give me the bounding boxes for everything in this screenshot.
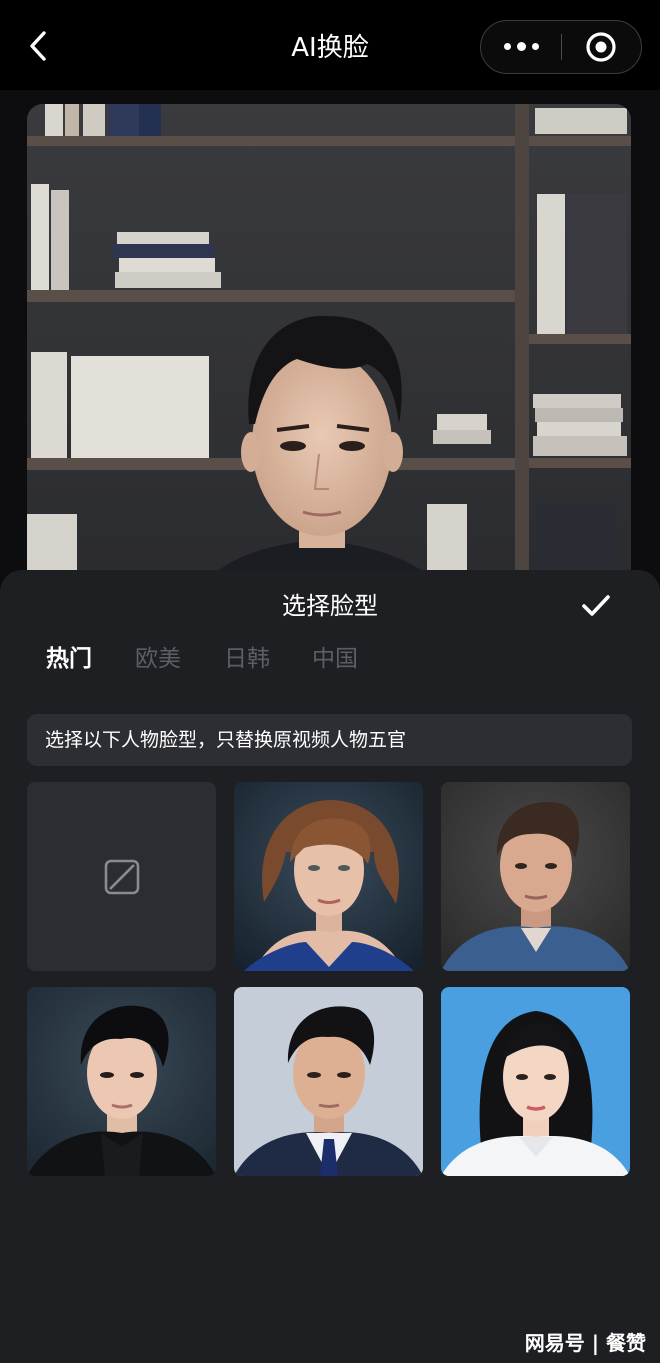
portrait-image	[441, 987, 630, 1176]
face-card-western-man[interactable]	[441, 782, 630, 971]
watermark: 网易号 | 餐赞	[524, 1331, 646, 1355]
mini-program-capsule	[480, 20, 642, 74]
sheet-title: 选择脸型	[282, 592, 378, 620]
checkmark-icon	[582, 595, 610, 616]
close-button[interactable]	[562, 21, 640, 72]
face-card-asian-man-suit[interactable]	[234, 987, 423, 1176]
portrait-image	[27, 987, 216, 1176]
tab-hot[interactable]: 热门	[46, 642, 92, 676]
more-button[interactable]	[481, 21, 561, 72]
portrait-image	[441, 782, 630, 971]
face-card-none[interactable]	[27, 782, 216, 971]
confirm-button[interactable]	[576, 588, 616, 624]
portrait-image	[234, 782, 423, 971]
video-preview	[27, 104, 631, 594]
face-selection-sheet: 选择脸型 热门 欧美 日韩 中国 选择以下人物脸型，只替换原视频人物五官 网易号…	[0, 570, 660, 1363]
slash-square-icon	[104, 859, 139, 894]
tab-japan-korea[interactable]: 日韩	[224, 642, 270, 676]
face-card-asian-young-man[interactable]	[27, 987, 216, 1176]
tab-china[interactable]: 中国	[312, 642, 358, 676]
preview-image	[27, 104, 631, 594]
more-dots-icon	[503, 42, 539, 51]
tip-banner: 选择以下人物脸型，只替换原视频人物五官	[27, 714, 632, 766]
portrait-image	[234, 987, 423, 1176]
face-card-asian-woman[interactable]	[441, 987, 630, 1176]
target-close-icon	[586, 31, 616, 62]
navigation-bar: AI换脸	[0, 0, 660, 90]
face-card-western-woman[interactable]	[234, 782, 423, 971]
tab-western[interactable]: 欧美	[135, 642, 181, 676]
